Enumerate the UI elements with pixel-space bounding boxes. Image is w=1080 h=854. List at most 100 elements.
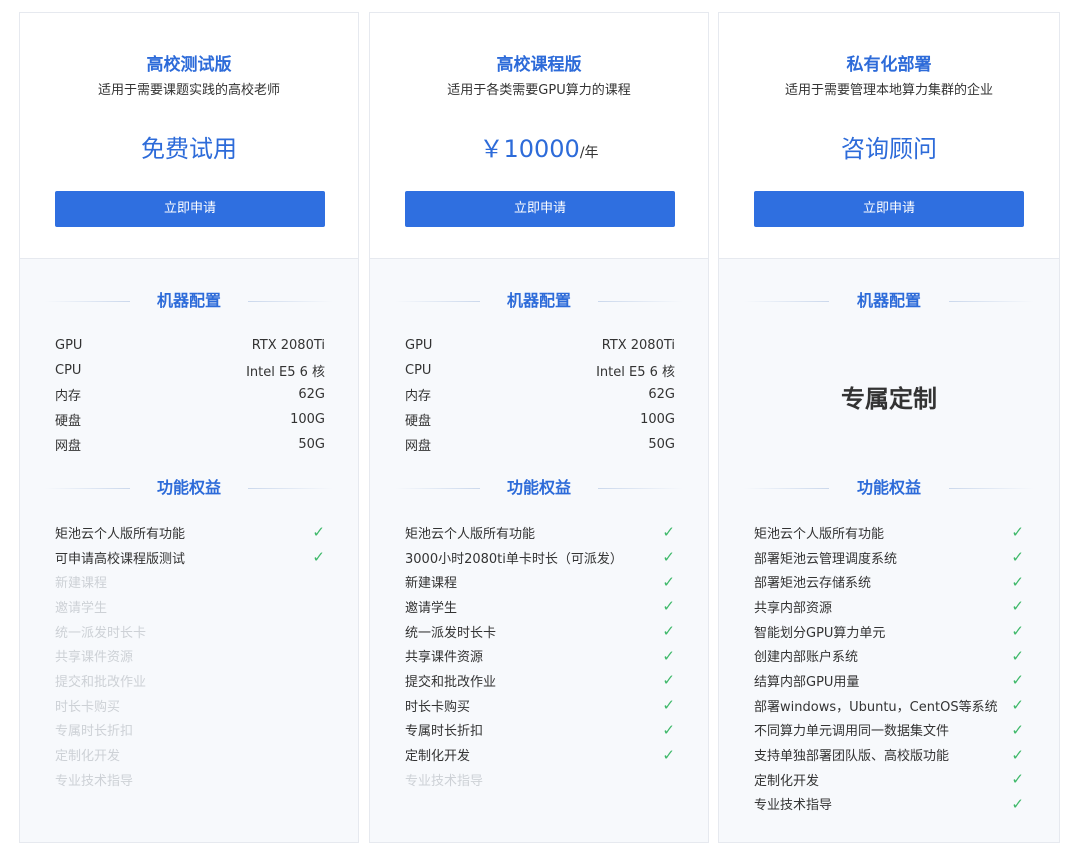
feature-row: 智能划分GPU算力单元 ✓ bbox=[754, 619, 1024, 644]
spec-row: 硬盘 100G bbox=[405, 407, 675, 432]
divider-line bbox=[949, 488, 1034, 489]
divider-line bbox=[598, 488, 683, 489]
spec-value: 62G bbox=[298, 387, 325, 403]
plan-card-university-course: 高校课程版 适用于各类需要GPU算力的课程 ￥10000/年 立即申请 机器配置… bbox=[369, 12, 709, 843]
feature-text: 定制化开发 bbox=[754, 773, 820, 789]
spec-label: CPU bbox=[55, 362, 82, 378]
feature-row: 专业技术指导 ✓ bbox=[754, 792, 1024, 817]
feature-text: 部署矩池云存储系统 bbox=[754, 576, 872, 592]
feature-text: 专业技术指导 bbox=[754, 798, 833, 814]
check-icon: ✓ bbox=[662, 622, 675, 641]
feature-row: 部署矩池云管理调度系统 ✓ bbox=[754, 545, 1024, 570]
spec-list: GPU RTX 2080Ti CPU Intel E5 6 核 内存 62G 硬盘 10… bbox=[55, 333, 325, 457]
feature-row: 部署windows，Ubuntu，CentOS等系统 ✓ bbox=[754, 693, 1024, 718]
feature-row: 定制化开发 ✓ bbox=[754, 767, 1024, 792]
spec-row: 内存 62G bbox=[405, 383, 675, 408]
feature-row: 共享内部资源 ✓ bbox=[754, 594, 1024, 619]
plan-title: 私有化部署 bbox=[846, 55, 932, 75]
feature-text: 新建课程 bbox=[55, 576, 108, 592]
check-icon: ✓ bbox=[1011, 794, 1024, 813]
feature-row: 创建内部账户系统 ✓ bbox=[754, 643, 1024, 668]
plan-header: 高校课程版 适用于各类需要GPU算力的课程 ￥10000/年 立即申请 bbox=[370, 13, 708, 259]
feature-row: 时长卡购买 bbox=[55, 693, 325, 718]
check-icon: ✓ bbox=[312, 523, 325, 542]
spec-label: 网盘 bbox=[405, 439, 432, 455]
spec-row: GPU RTX 2080Ti bbox=[55, 333, 325, 358]
spec-row: CPU Intel E5 6 核 bbox=[405, 358, 675, 383]
feature-row: 矩池云个人版所有功能 ✓ bbox=[55, 520, 325, 545]
config-title-label: 机器配置 bbox=[156, 291, 221, 310]
check-icon: ✓ bbox=[662, 696, 675, 715]
config-title-label: 机器配置 bbox=[506, 291, 571, 310]
feature-list: 矩池云个人版所有功能 ✓ 可申请高校课程版测试 ✓ 新建课程邀请学生统一派发时长卡共享课… bbox=[55, 520, 325, 792]
feature-text: 时长卡购买 bbox=[405, 699, 471, 715]
spec-list: GPU RTX 2080Ti CPU Intel E5 6 核 内存 62G 硬盘 10… bbox=[405, 333, 675, 457]
feature-text: 邀请学生 bbox=[55, 600, 108, 616]
check-icon: ✓ bbox=[1011, 745, 1024, 764]
feature-text: 部署矩池云管理调度系统 bbox=[754, 551, 898, 567]
spec-value: 50G bbox=[648, 437, 675, 453]
spec-value: 100G bbox=[640, 412, 675, 428]
feature-row: 共享课件资源 ✓ bbox=[405, 643, 675, 668]
plan-price: ￥10000/年 bbox=[370, 129, 708, 164]
feature-text: 专业技术指导 bbox=[55, 773, 134, 789]
feature-row: 新建课程 bbox=[55, 569, 325, 594]
feature-text: 共享课件资源 bbox=[405, 650, 484, 666]
feature-text: 新建课程 bbox=[405, 576, 458, 592]
apply-button[interactable]: 立即申请 bbox=[405, 191, 675, 227]
check-icon: ✓ bbox=[662, 572, 675, 591]
config-section-title: 机器配置 bbox=[20, 290, 358, 312]
feature-list: 矩池云个人版所有功能 ✓ 部署矩池云管理调度系统 ✓ 部署矩池云存储系统 ✓ 共享内部资源 ✓… bbox=[754, 520, 1024, 816]
spec-value: Intel E5 6 核 bbox=[596, 364, 675, 380]
divider-line bbox=[395, 488, 480, 489]
spec-label: 网盘 bbox=[55, 439, 82, 455]
plan-header: 私有化部署 适用于需要管理本地算力集群的企业 咨询顾问 立即申请 bbox=[719, 13, 1059, 259]
divider-line bbox=[744, 488, 829, 489]
check-icon: ✓ bbox=[662, 523, 675, 542]
spec-label: 硬盘 bbox=[405, 414, 432, 430]
plan-price: 免费试用 bbox=[20, 129, 358, 164]
feature-row: 矩池云个人版所有功能 ✓ bbox=[754, 520, 1024, 545]
feature-text: 结算内部GPU用量 bbox=[754, 674, 860, 690]
plan-subtitle: 适用于各类需要GPU算力的课程 bbox=[447, 83, 631, 98]
feature-row: 共享课件资源 bbox=[55, 643, 325, 668]
feature-list: 矩池云个人版所有功能 ✓ 3000小时2080ti单卡时长（可派发） ✓ 新建课程 ✓ 邀请… bbox=[405, 520, 675, 792]
spec-row: 硬盘 100G bbox=[55, 407, 325, 432]
feature-text: 部署windows，Ubuntu，CentOS等系统 bbox=[754, 699, 998, 715]
feature-text: 定制化开发 bbox=[405, 749, 471, 765]
apply-button[interactable]: 立即申请 bbox=[754, 191, 1024, 227]
plan-price: 咨询顾问 bbox=[719, 129, 1059, 164]
feature-row: 专业技术指导 bbox=[55, 767, 325, 792]
feature-text: 矩池云个人版所有功能 bbox=[754, 526, 885, 542]
feature-text: 支持单独部署团队版、高校版功能 bbox=[754, 749, 950, 765]
feature-text: 邀请学生 bbox=[405, 600, 458, 616]
price-main: ￥10000 bbox=[479, 135, 580, 163]
feature-row: 邀请学生 bbox=[55, 594, 325, 619]
features-section-title: 功能权益 bbox=[20, 477, 358, 499]
check-icon: ✓ bbox=[1011, 622, 1024, 641]
check-icon: ✓ bbox=[662, 720, 675, 739]
feature-row: 部署矩池云存储系统 ✓ bbox=[754, 569, 1024, 594]
features-section-title: 功能权益 bbox=[370, 477, 708, 499]
feature-text: 提交和批改作业 bbox=[405, 674, 497, 690]
feature-row: 定制化开发 bbox=[55, 742, 325, 767]
spec-value: Intel E5 6 核 bbox=[246, 364, 325, 380]
plan-subtitle: 适用于需要管理本地算力集群的企业 bbox=[784, 83, 993, 98]
feature-text: 不同算力单元调用同一数据集文件 bbox=[754, 724, 950, 740]
check-icon: ✓ bbox=[1011, 720, 1024, 739]
spec-value: RTX 2080Ti bbox=[601, 337, 675, 353]
feature-row: 专属时长折扣 ✓ bbox=[405, 718, 675, 743]
plan-title: 高校测试版 bbox=[146, 55, 232, 75]
check-icon: ✓ bbox=[1011, 671, 1024, 690]
feature-row: 提交和批改作业 bbox=[55, 668, 325, 693]
feature-text: 可申请高校课程版测试 bbox=[55, 551, 186, 567]
spec-value: 100G bbox=[290, 412, 325, 428]
feature-text: 统一派发时长卡 bbox=[55, 625, 147, 641]
feature-text: 共享内部资源 bbox=[754, 600, 833, 616]
check-icon: ✓ bbox=[312, 548, 325, 567]
features-title-label: 功能权益 bbox=[856, 478, 921, 497]
feature-text: 提交和批改作业 bbox=[55, 674, 147, 690]
feature-row: 新建课程 ✓ bbox=[405, 569, 675, 594]
check-icon: ✓ bbox=[1011, 696, 1024, 715]
apply-button[interactable]: 立即申请 bbox=[55, 191, 325, 227]
